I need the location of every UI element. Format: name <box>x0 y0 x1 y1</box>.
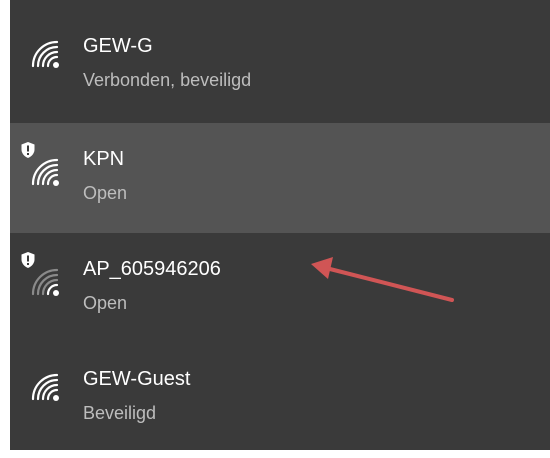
network-item-gew-g[interactable]: GEW-G Verbonden, beveiligd <box>10 0 550 123</box>
network-status: Open <box>83 293 128 313</box>
network-item-gew-guest[interactable]: GEW-Guest Beveiligd <box>10 343 550 450</box>
network-name: GEW-G <box>83 35 153 57</box>
wifi-weak-icon <box>31 268 59 296</box>
wifi-icon <box>31 40 59 68</box>
wifi-icon <box>31 373 59 401</box>
network-name: KPN <box>83 148 125 170</box>
network-name: GEW-Guest <box>83 368 191 390</box>
network-item-ap-605946206[interactable]: AP_605946206 Open <box>10 233 550 343</box>
wifi-network-list: GEW-G Verbonden, beveiligd KPN Open AP_6… <box>10 0 550 450</box>
wifi-icon <box>31 158 59 186</box>
network-status: Open <box>83 183 128 203</box>
network-status: Beveiligd <box>83 403 157 423</box>
network-status: Verbonden, beveiligd <box>83 70 252 90</box>
network-item-kpn[interactable]: KPN Open <box>10 123 550 233</box>
network-name: AP_605946206 <box>83 258 221 280</box>
